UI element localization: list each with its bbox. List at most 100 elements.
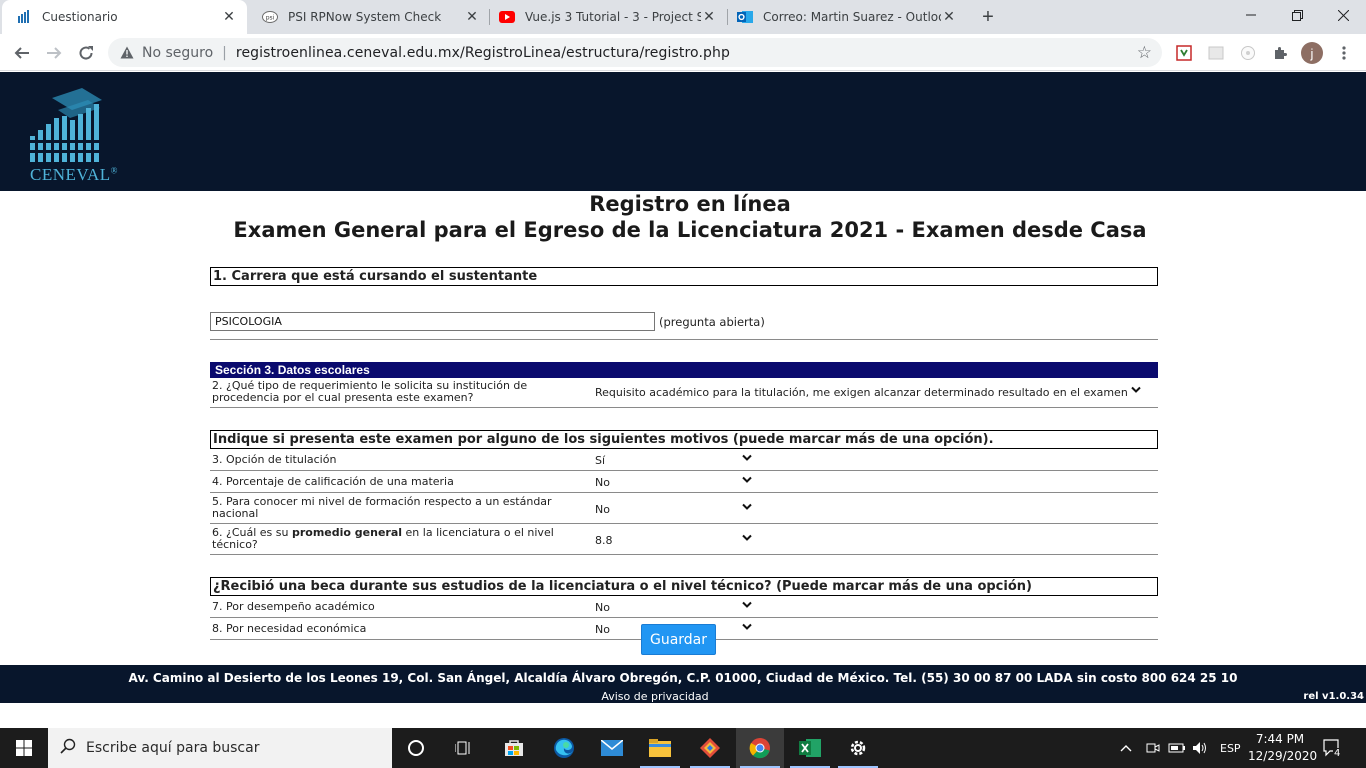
page-title: Registro en línea	[589, 192, 791, 216]
motive-row: 3. Opción de titulación Sí	[210, 449, 1158, 471]
career-input[interactable]: PSICOLOGIA	[210, 312, 655, 331]
search-icon	[60, 738, 76, 758]
motive-label: 4. Porcentaje de calificación de una mat…	[212, 475, 454, 488]
tab-psi-rpnow[interactable]: psi PSI RPNow System Check ✕	[248, 0, 490, 34]
tab-close-icon[interactable]: ✕	[221, 9, 237, 25]
url-divider: |	[222, 44, 227, 61]
requirement-row: 2. ¿Qué tipo de requerimiento le solicit…	[210, 378, 1158, 408]
browser-tab-strip: Cuestionario ✕ psi PSI RPNow System Chec…	[0, 0, 1366, 34]
chevron-down-icon[interactable]	[742, 501, 752, 514]
site-header: CENEVAL®	[0, 72, 1366, 191]
motive-label: 5. Para conocer mi nivel de formación re…	[212, 495, 552, 520]
extension-grid-icon[interactable]	[1206, 43, 1226, 63]
tab-cuestionario[interactable]: Cuestionario ✕	[2, 0, 247, 34]
chevron-down-icon[interactable]	[742, 621, 752, 634]
profile-avatar[interactable]: j	[1301, 42, 1323, 64]
scholarship-select[interactable]: No	[595, 623, 610, 636]
requirement-select[interactable]: Requisito académico para la titulación, …	[595, 386, 1128, 399]
average-select[interactable]: 8.8	[595, 534, 613, 547]
cortana-icon[interactable]	[392, 728, 440, 768]
task-view-icon[interactable]	[440, 728, 488, 768]
version-label: rel v1.0.34	[1303, 691, 1364, 702]
language-indicator[interactable]: ESP	[1220, 728, 1241, 768]
mail-icon[interactable]	[588, 728, 636, 768]
tab-title: PSI RPNow System Check	[288, 10, 442, 24]
chevron-down-icon[interactable]	[742, 474, 752, 487]
tab-close-icon[interactable]: ✕	[941, 9, 957, 25]
page-heading: Registro en línea Examen General para el…	[0, 192, 1366, 243]
page-subtitle: Examen General para el Egreso de la Lice…	[233, 218, 1147, 242]
save-button[interactable]: Guardar	[641, 624, 716, 655]
tab-close-icon[interactable]: ✕	[464, 9, 480, 25]
career-row: PSICOLOGIA (pregunta abierta)	[210, 286, 1158, 340]
scholarship-select[interactable]: No	[595, 601, 610, 614]
git-app-icon[interactable]	[686, 728, 734, 768]
tab-close-icon[interactable]: ✕	[701, 9, 717, 25]
tab-title: Vue.js 3 Tutorial - 3 - Project Stru	[525, 10, 701, 24]
file-explorer-icon[interactable]	[636, 728, 684, 768]
section3-band: Sección 3. Datos escolares	[210, 362, 1158, 378]
minimize-button[interactable]	[1228, 0, 1274, 30]
excel-icon[interactable]	[786, 728, 834, 768]
taskbar-search-input[interactable]: Escribe aquí para buscar	[48, 728, 392, 768]
edge-browser-icon[interactable]	[540, 728, 588, 768]
address-bar[interactable]: No seguro | registroenlinea.ceneval.edu.…	[108, 38, 1162, 67]
windows-taskbar: Escribe aquí para buscar ESP 7:44 PM 12/…	[0, 728, 1366, 768]
back-button[interactable]	[8, 39, 36, 67]
page-bottom-gap	[0, 703, 1366, 728]
svg-text:psi: psi	[266, 15, 275, 22]
chevron-down-icon[interactable]	[742, 452, 752, 465]
forward-button[interactable]	[40, 39, 68, 67]
browser-menu-icon[interactable]	[1334, 43, 1354, 63]
close-window-button[interactable]	[1320, 0, 1366, 30]
clock-time: 7:44 PM	[1255, 732, 1305, 746]
back-arrow-icon	[14, 47, 29, 59]
motive-select[interactable]: Sí	[595, 454, 605, 467]
career-hint: (pregunta abierta)	[659, 315, 765, 329]
extensions-puzzle-icon[interactable]	[1270, 43, 1290, 63]
chevron-down-icon[interactable]	[742, 532, 752, 545]
requirement-label: 2. ¿Qué tipo de requerimiento le solicit…	[212, 379, 528, 404]
section1-title: 1. Carrera que está cursando el sustenta…	[210, 267, 1158, 286]
browser-toolbar: No seguro | registroenlinea.ceneval.edu.…	[0, 34, 1366, 71]
scholarship-label: 7. Por desempeño académico	[212, 600, 375, 613]
tab-outlook[interactable]: Correo: Martin Suarez - Outlook ✕	[723, 0, 967, 34]
clock[interactable]: 7:44 PM 12/29/2020	[1248, 731, 1318, 765]
security-label[interactable]: No seguro	[142, 45, 213, 61]
psi-favicon-icon: psi	[262, 9, 278, 25]
privacy-link[interactable]: Aviso de privacidad	[0, 690, 1310, 703]
forward-arrow-icon	[47, 47, 62, 59]
footer-address: Av. Camino al Desierto de los Leones 19,…	[128, 671, 1238, 685]
motives-title: Indique si presenta este examen por algu…	[210, 430, 1158, 449]
motive-select[interactable]: No	[595, 476, 610, 489]
windows-logo-icon	[16, 740, 32, 756]
start-button[interactable]	[0, 728, 48, 768]
clock-date: 12/29/2020	[1248, 749, 1318, 763]
motive-label: 3. Opción de titulación	[212, 453, 337, 466]
tab-title: Cuestionario	[42, 10, 118, 24]
chrome-icon[interactable]	[736, 728, 784, 768]
warning-icon[interactable]	[119, 45, 135, 61]
search-placeholder: Escribe aquí para buscar	[86, 740, 260, 756]
extension-circle-icon[interactable]	[1238, 43, 1258, 63]
tab-vue-tutorial[interactable]: Vue.js 3 Tutorial - 3 - Project Stru ✕	[485, 0, 727, 34]
store-icon[interactable]	[490, 728, 538, 768]
meet-now-icon[interactable]	[1146, 728, 1160, 768]
new-tab-button[interactable]: +	[976, 5, 1000, 29]
chevron-down-icon[interactable]	[1131, 384, 1141, 397]
extension-shield-icon[interactable]	[1174, 43, 1194, 63]
scholarship-label: 8. Por necesidad económica	[212, 622, 367, 635]
bookmark-star-icon[interactable]: ☆	[1137, 43, 1152, 63]
show-hidden-icons-icon[interactable]	[1120, 728, 1132, 768]
motive-select[interactable]: No	[595, 503, 610, 516]
url-text[interactable]: registroenlinea.ceneval.edu.mx/RegistroL…	[236, 45, 730, 61]
chevron-down-icon[interactable]	[742, 599, 752, 612]
battery-icon[interactable]	[1168, 728, 1186, 768]
restore-button[interactable]	[1274, 0, 1320, 30]
notifications-icon[interactable]: 4	[1322, 728, 1342, 768]
volume-icon[interactable]	[1192, 728, 1208, 768]
settings-gear-icon[interactable]	[834, 728, 882, 768]
motive-row: 4. Porcentaje de calificación de una mat…	[210, 471, 1158, 493]
reload-button[interactable]	[72, 39, 100, 67]
